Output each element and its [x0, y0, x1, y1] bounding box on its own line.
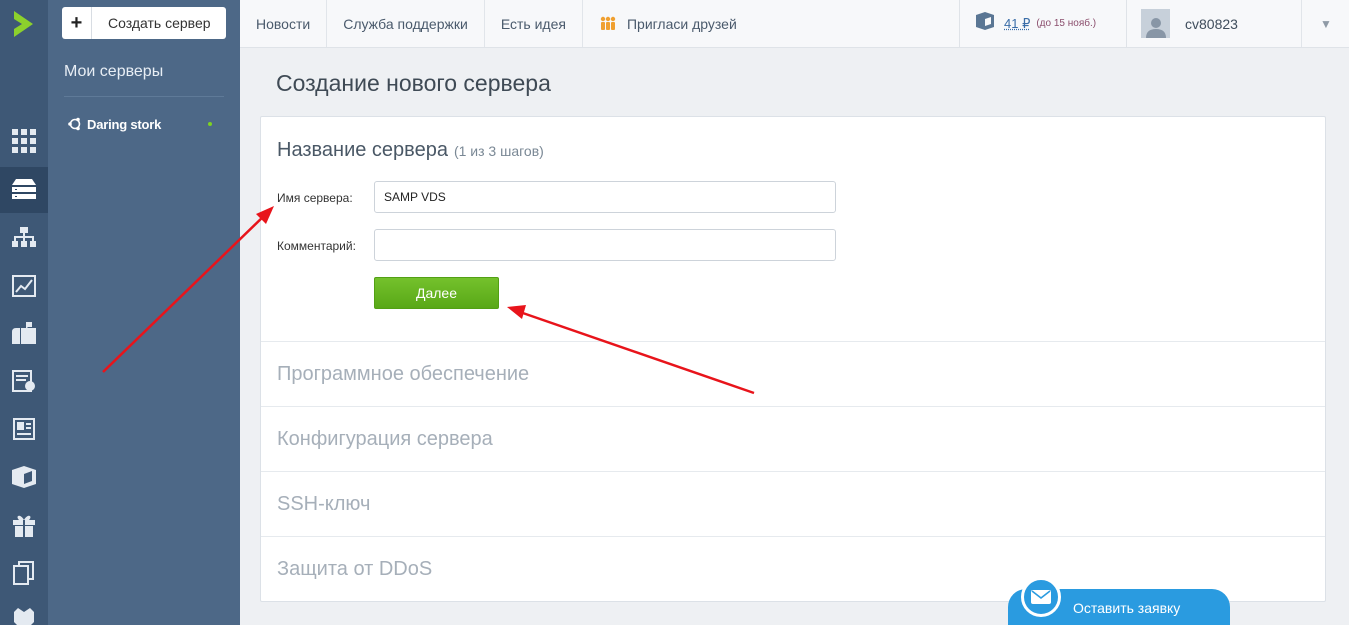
nav-invite-friends[interactable]: Пригласи друзей	[583, 0, 753, 47]
statistics-icon[interactable]	[0, 263, 48, 309]
create-server-label: Создать сервер	[108, 15, 211, 31]
sidebar-divider	[64, 96, 224, 97]
balance-until: (до 15 нояб.)	[1036, 18, 1097, 29]
user-menu[interactable]: cv80823 ▼	[1126, 0, 1349, 47]
shield-icon[interactable]	[0, 597, 48, 625]
step-header: Название сервера (1 из 3 шагов)	[277, 139, 544, 162]
sidebar: + Создать сервер Мои серверы Daring stor…	[48, 0, 240, 625]
server-status-dot	[208, 122, 212, 126]
sidebar-server-item[interactable]: Daring stork	[68, 114, 218, 134]
chat-label: Оставить заявку	[1073, 600, 1181, 616]
network-icon[interactable]	[0, 215, 48, 261]
username: cv80823	[1185, 15, 1238, 32]
nav-idea[interactable]: Есть идея	[485, 0, 583, 47]
next-button[interactable]: Далее	[374, 277, 499, 309]
logo-icon[interactable]	[0, 0, 48, 48]
billing-icon[interactable]	[0, 358, 48, 404]
envelope-icon	[1021, 577, 1061, 617]
step-title: Название сервера	[277, 139, 448, 161]
avatar	[1141, 9, 1170, 38]
nav-news[interactable]: Новости	[240, 0, 328, 47]
comment-input[interactable]	[374, 229, 836, 261]
comment-label: Комментарий:	[277, 239, 356, 253]
copy-icon[interactable]	[0, 550, 48, 596]
nav-support[interactable]: Служба поддержки	[327, 0, 485, 47]
step-count: (1 из 3 шагов)	[453, 143, 544, 159]
server-name: Daring stork	[87, 116, 162, 132]
servers-icon[interactable]	[0, 167, 48, 213]
create-server-card: Название сервера (1 из 3 шагов) Имя серве…	[260, 116, 1326, 602]
topbar: Новости Служба поддержки Есть идея Пригл…	[240, 0, 1349, 48]
section-software[interactable]: Программное обеспечение	[261, 341, 1325, 406]
nav-idea-label: Есть идея	[500, 15, 566, 32]
chat-widget[interactable]: Оставить заявку	[1008, 577, 1230, 625]
plus-icon: +	[62, 7, 92, 39]
top-nav: Новости Служба поддержки Есть идея Пригл…	[240, 0, 753, 47]
nav-support-label: Служба поддержки	[343, 15, 468, 32]
create-server-button[interactable]: + Создать сервер	[62, 7, 226, 39]
server-name-label: Имя сервера:	[277, 191, 353, 205]
dashboard-icon[interactable]	[0, 118, 48, 164]
server-name-input[interactable]	[374, 181, 836, 213]
nav-news-label: Новости	[256, 15, 311, 32]
gift-icon[interactable]	[0, 502, 48, 548]
icon-rail	[0, 0, 48, 625]
ubuntu-icon	[68, 117, 82, 131]
documents-icon[interactable]	[0, 406, 48, 452]
balance[interactable]: 41 ₽ (до 15 нояб.)	[959, 0, 1126, 47]
mailbox-icon[interactable]	[0, 310, 48, 356]
section-server-config[interactable]: Конфигурация сервера	[261, 406, 1325, 471]
marketplace-icon[interactable]	[0, 454, 48, 500]
my-servers-heading: Мои серверы	[64, 63, 164, 80]
section-ssh-key[interactable]: SSH-ключ	[261, 471, 1325, 536]
chevron-down-icon[interactable]: ▼	[1301, 0, 1349, 47]
page-title: Создание нового сервера	[276, 70, 551, 96]
nav-invite-label: Пригласи друзей	[626, 15, 737, 32]
people-icon	[599, 16, 617, 32]
balance-amount[interactable]: 41 ₽	[1004, 16, 1030, 32]
wallet-icon	[976, 12, 994, 35]
